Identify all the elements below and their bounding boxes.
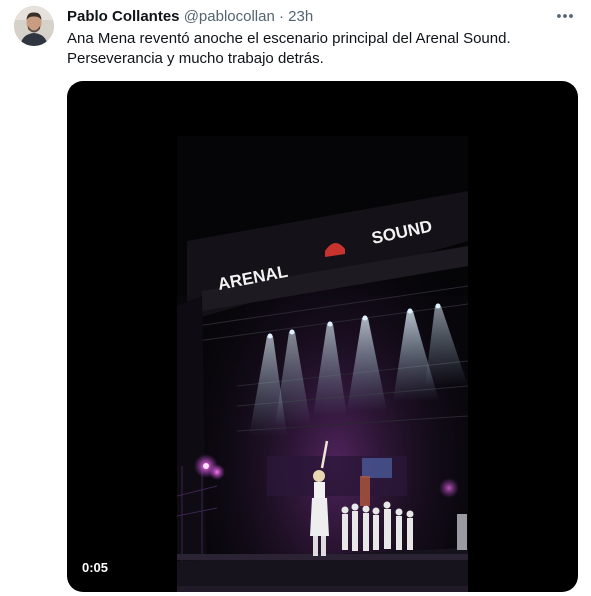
- header-separator: ·: [279, 8, 284, 25]
- more-horizontal-icon: [557, 14, 573, 18]
- avatar-image: [14, 6, 54, 46]
- author-handle[interactable]: @pablocollan: [184, 8, 275, 25]
- video-player[interactable]: ARENAL SOUND 0:05: [67, 81, 578, 592]
- tweet-header: Pablo Collantes @pablocollan · 23h: [67, 7, 551, 27]
- tweet-time[interactable]: 23h: [288, 8, 313, 25]
- video-duration: 0:05: [76, 558, 115, 578]
- more-options-button[interactable]: [553, 6, 577, 26]
- tweet-text-line-2: Perseverancia y mucho trabajo detrás.: [67, 50, 324, 67]
- author-name[interactable]: Pablo Collantes: [67, 8, 180, 25]
- tweet: Pablo Collantes @pablocollan · 23h Ana M…: [0, 0, 591, 596]
- concert-stage-scene: ARENAL SOUND: [177, 136, 468, 592]
- video-frame: ARENAL SOUND: [177, 136, 468, 592]
- tweet-text: Ana Mena reventó anoche el escenario pri…: [67, 29, 567, 69]
- avatar[interactable]: [14, 6, 54, 46]
- tweet-text-line-1: Ana Mena reventó anoche el escenario pri…: [67, 30, 511, 47]
